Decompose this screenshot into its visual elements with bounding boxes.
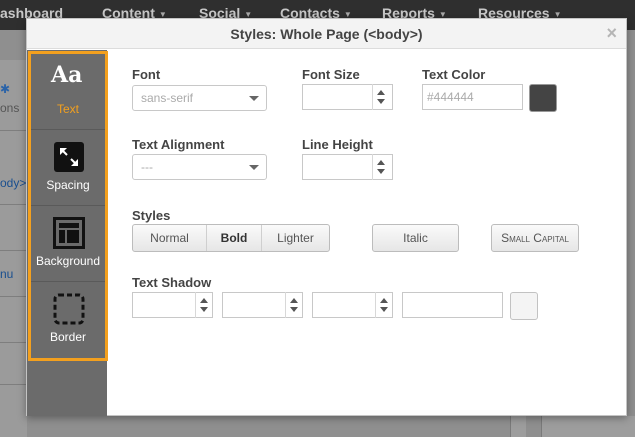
close-icon[interactable]: ×	[606, 19, 617, 47]
tab-spacing-label: Spacing	[46, 178, 90, 192]
stepper-up-icon	[290, 298, 298, 303]
font-size-label: Font Size	[302, 67, 360, 82]
font-select-value: sans-serif	[141, 91, 194, 105]
shadow-color-input[interactable]	[402, 292, 503, 318]
bg-link-menu[interactable]: nu	[0, 267, 13, 281]
font-label: Font	[132, 67, 161, 82]
tab-border-label: Border	[49, 330, 87, 344]
stepper-down-icon	[200, 307, 208, 312]
line-height-label: Line Height	[302, 137, 373, 152]
shadow-color-swatch[interactable]	[510, 292, 538, 320]
bg-footer-strip	[541, 416, 635, 437]
dialog-title: Styles: Whole Page (<body>)	[230, 26, 423, 42]
lighter-button[interactable]: Lighter	[261, 225, 329, 251]
text-icon: Aa	[51, 62, 83, 88]
tab-text-label: Text	[56, 102, 79, 116]
text-alignment-value: ---	[141, 160, 153, 174]
tab-border[interactable]: Border	[31, 282, 105, 358]
font-size-stepper[interactable]	[372, 84, 388, 110]
stepper-up-icon	[380, 298, 388, 303]
bold-button[interactable]: Bold	[206, 225, 261, 251]
bg-gear-icon: ✱	[0, 82, 11, 96]
tab-background[interactable]: Background	[31, 206, 105, 282]
text-color-label: Text Color	[422, 67, 486, 82]
chevron-down-icon	[249, 96, 259, 101]
bg-scroll-strip	[510, 416, 526, 437]
text-shadow-label: Text Shadow	[132, 275, 212, 290]
spacing-icon	[54, 142, 84, 172]
line-height-stepper[interactable]	[372, 154, 388, 180]
style-category-sidebar: Aa Text Spacing Background Border	[27, 50, 108, 416]
shadow-y-stepper[interactable]	[285, 292, 301, 318]
stepper-up-icon	[200, 298, 208, 303]
shadow-x-stepper[interactable]	[195, 292, 211, 318]
tab-text[interactable]: Aa Text	[31, 54, 105, 130]
text-alignment-label: Text Alignment	[132, 137, 225, 152]
tab-spacing[interactable]: Spacing	[31, 130, 105, 206]
stepper-up-icon	[377, 90, 385, 95]
bg-icon-label: ons	[0, 101, 20, 115]
sidebar-highlight-frame: Aa Text Spacing Background Border	[28, 51, 108, 361]
font-weight-group: Normal Bold Lighter	[132, 224, 330, 252]
text-color-input[interactable]: #444444	[422, 84, 523, 110]
font-select[interactable]: sans-serif	[132, 85, 267, 111]
chevron-down-icon	[249, 165, 259, 170]
stepper-down-icon	[377, 99, 385, 104]
text-alignment-select[interactable]: ---	[132, 154, 267, 180]
tab-background-label: Background	[35, 254, 101, 268]
stepper-down-icon	[290, 307, 298, 312]
border-icon	[53, 293, 85, 325]
stepper-down-icon	[377, 169, 385, 174]
bg-left-panel: ✱ ons ody>) nu	[0, 60, 30, 437]
italic-button[interactable]: Italic	[372, 224, 459, 252]
shadow-blur-stepper[interactable]	[375, 292, 391, 318]
text-color-swatch[interactable]	[529, 84, 557, 112]
background-icon	[53, 217, 85, 249]
stepper-up-icon	[377, 160, 385, 165]
styles-label: Styles	[132, 208, 171, 223]
normal-button[interactable]: Normal	[133, 225, 206, 251]
dialog-header: Styles: Whole Page (<body>) ×	[27, 19, 626, 49]
stepper-down-icon	[380, 307, 388, 312]
styles-dialog: Styles: Whole Page (<body>) × Aa Text Sp…	[26, 18, 627, 416]
small-caps-button[interactable]: Small Capital	[491, 224, 579, 252]
